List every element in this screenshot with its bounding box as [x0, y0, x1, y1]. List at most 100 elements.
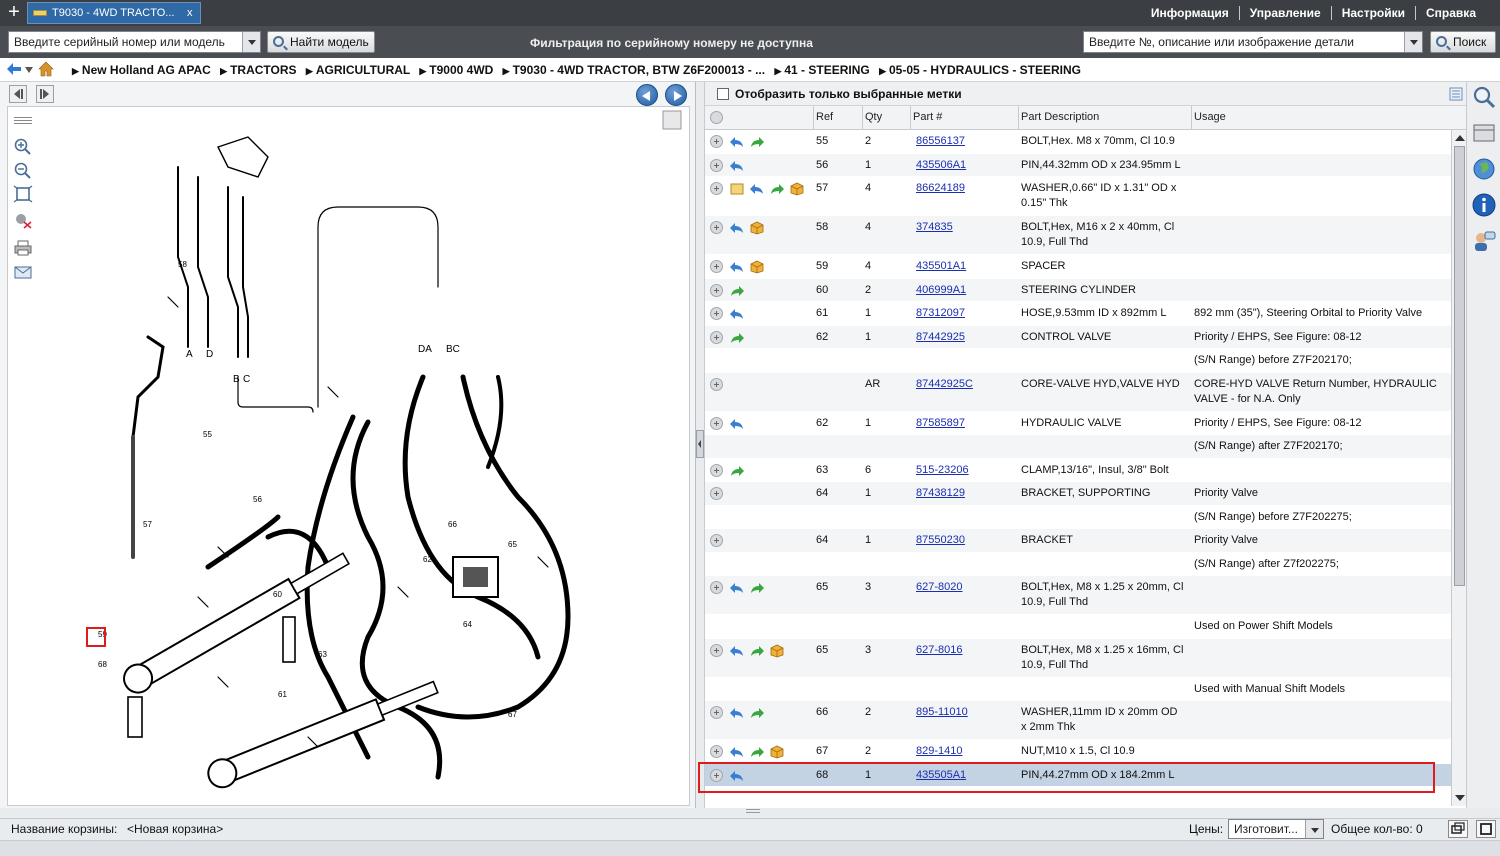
add-to-cart-icon[interactable] — [710, 487, 723, 500]
table-row[interactable]: (S/N Range) before Z7F202275; — [705, 506, 1451, 529]
menu-help[interactable]: Справка — [1416, 6, 1486, 20]
scroll-up-icon[interactable] — [1455, 135, 1465, 141]
row-part-number-link[interactable]: 86624189 — [916, 181, 965, 196]
menu-settings[interactable]: Настройки — [1332, 6, 1415, 20]
replacement-icon[interactable] — [749, 745, 765, 759]
add-to-cart-icon[interactable] — [710, 283, 723, 297]
column-ref[interactable]: Ref — [816, 111, 833, 123]
search-icon[interactable] — [1471, 84, 1497, 110]
table-row[interactable]: 60 2 406999A1 STEERING CYLINDER — [705, 278, 1451, 302]
add-to-cart-icon[interactable] — [710, 330, 723, 344]
row-part-number-link[interactable]: 406999A1 — [916, 283, 966, 298]
column-options-icon[interactable] — [1449, 87, 1463, 101]
note-icon[interactable] — [729, 182, 745, 196]
breadcrumb-item[interactable]: New Holland AG APAC — [82, 63, 211, 77]
replacement-icon[interactable] — [729, 331, 745, 345]
superseded-icon[interactable] — [729, 745, 745, 759]
kit-icon[interactable] — [769, 644, 785, 658]
row-part-number-link[interactable]: 374835 — [916, 220, 953, 235]
superseded-icon[interactable] — [729, 159, 745, 173]
info-icon[interactable] — [1471, 192, 1497, 218]
row-part-number-link[interactable]: 86556137 — [916, 134, 965, 149]
row-part-number-link[interactable]: 87442925C — [916, 377, 973, 392]
table-row[interactable]: 64 1 87438129 BRACKET, SUPPORTING Priority V… — [705, 482, 1451, 506]
superseded-icon[interactable] — [729, 581, 745, 595]
home-icon[interactable] — [38, 61, 54, 77]
row-part-number-link[interactable]: 829-1410 — [916, 744, 963, 759]
table-row[interactable]: 62 1 87585897 HYDRAULIC VALVE Priority / EHP… — [705, 412, 1451, 435]
add-to-cart-icon[interactable] — [710, 463, 723, 477]
add-to-cart-icon[interactable] — [710, 643, 723, 657]
clear-selection-icon[interactable] — [12, 211, 34, 229]
row-part-number-link[interactable]: 627-8016 — [916, 643, 963, 658]
superseded-icon[interactable] — [729, 706, 745, 720]
superseded-icon[interactable] — [729, 644, 745, 658]
replacement-icon[interactable] — [749, 135, 765, 149]
cart-name-value[interactable]: <Новая корзина> — [127, 822, 223, 836]
table-row[interactable]: 66 2 895-11010 WASHER,11mm ID x 20mm OD x 2… — [705, 701, 1451, 740]
breadcrumb-item[interactable]: TRACTORS — [230, 63, 296, 77]
menu-info[interactable]: Информация — [1141, 6, 1239, 20]
table-row[interactable]: 56 1 435506A1 PIN,44.32mm OD x 234.95mm L — [705, 153, 1451, 177]
add-to-cart-icon[interactable] — [710, 182, 723, 195]
add-to-cart-icon[interactable] — [710, 158, 723, 172]
maximize-window-icon[interactable] — [1476, 820, 1496, 838]
email-icon[interactable] — [12, 263, 34, 281]
table-row[interactable]: Used with Manual Shift Models — [705, 678, 1451, 701]
row-part-number-link[interactable]: 515-23206 — [916, 463, 969, 478]
row-part-number-link[interactable]: 435506A1 — [916, 158, 966, 173]
catalog-icon[interactable] — [1471, 120, 1497, 146]
add-to-cart-icon[interactable] — [710, 581, 723, 594]
superseded-icon[interactable] — [729, 417, 745, 431]
kit-icon[interactable] — [769, 745, 785, 759]
table-row[interactable]: 55 2 86556137 BOLT,Hex. M8 x 70mm, Cl 10.9 — [705, 130, 1451, 154]
replacement-icon[interactable] — [749, 706, 765, 720]
table-row[interactable]: 67 2 829-1410 NUT,M10 x 1.5, Cl 10.9 — [705, 740, 1451, 764]
add-to-cart-icon[interactable] — [710, 135, 723, 148]
table-row[interactable]: 64 1 87550230 BRACKET Priority Valve — [705, 529, 1451, 553]
new-tab-plus-icon[interactable]: + — [4, 2, 24, 24]
column-usage[interactable]: Usage — [1194, 111, 1226, 123]
zoom-out-icon[interactable] — [12, 161, 34, 179]
replacement-icon[interactable] — [769, 182, 785, 196]
add-to-cart-icon[interactable] — [710, 745, 723, 758]
table-row[interactable]: 61 1 87312097 HOSE,9.53mm ID x 892mm L 892 m… — [705, 302, 1451, 326]
previous-page-icon[interactable] — [9, 85, 27, 103]
row-part-number-link[interactable]: 435501A1 — [916, 259, 966, 274]
kit-icon[interactable] — [789, 182, 805, 196]
find-model-button[interactable]: Найти модель — [267, 31, 375, 53]
next-page-icon[interactable] — [36, 85, 54, 103]
replacement-icon[interactable] — [729, 284, 745, 298]
serial-model-input[interactable]: Введите серийный номер или модель — [8, 31, 261, 53]
breadcrumb-item[interactable]: 41 - STEERING — [784, 63, 869, 77]
part-search-input[interactable]: Введите №, описание или изображение дета… — [1083, 31, 1423, 53]
kit-icon[interactable] — [749, 221, 765, 235]
column-part-number[interactable]: Part # — [913, 111, 942, 123]
add-to-cart-icon[interactable] — [710, 416, 723, 430]
drag-handle-icon[interactable] — [12, 113, 34, 131]
scroll-thumb[interactable] — [1454, 146, 1465, 586]
scroll-down-icon[interactable] — [1455, 795, 1465, 801]
tab-model[interactable]: T9030 - 4WD TRACTO... x — [27, 2, 201, 24]
table-row[interactable]: 63 6 515-23206 CLAMP,13/16", Insul, 3/8" Bo… — [705, 459, 1451, 482]
superseded-icon[interactable] — [729, 135, 745, 149]
table-row[interactable]: 62 1 87442925 CONTROL VALVE Priority / EHPS,… — [705, 325, 1451, 349]
superseded-icon[interactable] — [749, 182, 765, 196]
prices-select[interactable]: Изготовит... — [1228, 819, 1324, 839]
row-part-number-link[interactable]: 627-8020 — [916, 580, 963, 595]
breadcrumb-item[interactable]: T9000 4WD — [429, 63, 493, 77]
table-row[interactable]: 59 4 435501A1 SPACER — [705, 255, 1451, 279]
add-to-cart-icon[interactable] — [710, 377, 723, 391]
add-all-icon[interactable] — [710, 111, 723, 124]
parts-list-scrollbar[interactable] — [1451, 130, 1467, 806]
diagram-hotspot-68[interactable] — [86, 627, 106, 647]
row-part-number-link[interactable]: 87550230 — [916, 533, 965, 548]
back-arrow-icon[interactable] — [6, 62, 22, 76]
previous-figure-button[interactable] — [636, 84, 658, 106]
pane-splitter[interactable] — [696, 430, 704, 458]
row-part-number-link[interactable]: 87312097 — [916, 306, 965, 321]
column-description[interactable]: Part Description — [1021, 111, 1099, 123]
table-row[interactable]: 65 3 627-8020 BOLT,Hex, M8 x 1.25 x 20mm, C… — [705, 576, 1451, 615]
add-to-cart-icon[interactable] — [710, 706, 723, 719]
breadcrumb-item[interactable]: AGRICULTURAL — [316, 63, 410, 77]
